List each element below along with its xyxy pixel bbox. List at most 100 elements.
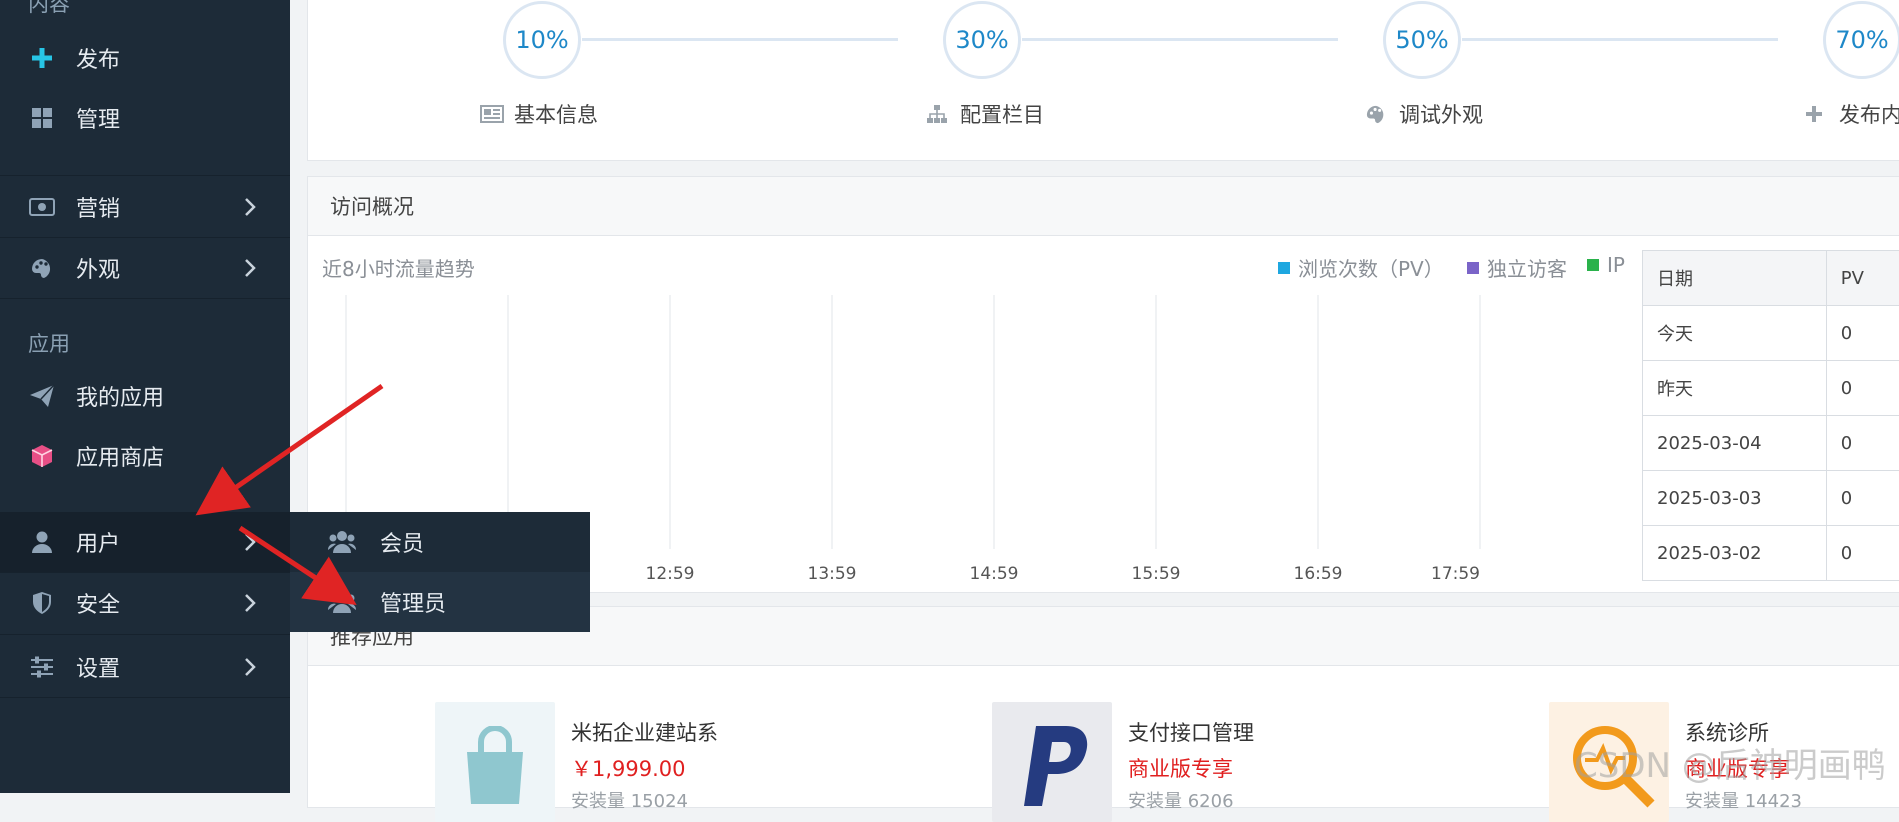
submenu-item-label: 会员 [380, 526, 424, 558]
chevron-right-icon [238, 530, 262, 554]
app-installs: 安装量 15024 [571, 787, 688, 813]
paper-plane-icon [28, 382, 56, 410]
sidebar-item-publish[interactable]: 发布 [0, 28, 290, 88]
sidebar: 内容 发布 管理 营销 外观 应用 [0, 0, 290, 793]
app-price: ￥1,999.00 [571, 753, 686, 783]
table-cell-date: 2025-03-03 [1643, 471, 1827, 526]
legend-ip[interactable]: IP [1587, 253, 1625, 277]
step-connector [1022, 38, 1338, 41]
table-header-row: 日期 PV [1643, 251, 1899, 306]
x-tick-label: 13:59 [808, 564, 857, 584]
legend-pv[interactable]: 浏览次数（PV） [1278, 253, 1444, 282]
palette-icon [28, 254, 56, 282]
submenu-item-members[interactable]: 会员 [290, 512, 590, 572]
table-cell-date: 今天 [1643, 306, 1827, 361]
step-4-label[interactable]: 发布内容 [1805, 99, 1899, 129]
table-row: 今天 0 [1643, 306, 1899, 361]
cube-icon [28, 442, 56, 470]
traffic-table: 日期 PV 今天 0 昨天 0 2025-03-04 0 2025-03-03 … [1642, 250, 1899, 581]
table-header-date: 日期 [1643, 251, 1827, 306]
app-installs: 安装量 6206 [1128, 787, 1234, 813]
step-2-label[interactable]: 配置栏目 [926, 99, 1044, 129]
app-name[interactable]: 支付接口管理 [1128, 717, 1254, 747]
sidebar-divider [0, 298, 290, 299]
money-icon [28, 193, 56, 221]
submenu-item-label: 管理员 [380, 586, 446, 618]
step-1-circle[interactable]: 10% [503, 1, 581, 79]
sidebar-item-label: 发布 [76, 42, 120, 74]
chevron-right-icon [238, 195, 262, 219]
sitemap-icon [926, 103, 950, 125]
sidebar-item-appearance[interactable]: 外观 [0, 238, 290, 298]
chevron-right-icon [238, 655, 262, 679]
chart-caption: 近8小时流量趋势 [322, 253, 475, 282]
plus-icon [28, 44, 56, 72]
table-cell-pv: 0 [1826, 471, 1899, 526]
paypal-icon [1014, 720, 1094, 814]
table-cell-pv: 0 [1826, 306, 1899, 361]
plus-icon [1805, 103, 1829, 125]
app-installs: 安装量 14423 [1685, 787, 1802, 813]
chevron-right-icon [238, 591, 262, 615]
table-header-pv: PV [1826, 251, 1899, 306]
sidebar-item-label: 设置 [76, 651, 120, 683]
table-cell-date: 2025-03-02 [1643, 526, 1827, 581]
sidebar-group-content: 内容 [28, 0, 70, 18]
table-cell-pv: 0 [1826, 416, 1899, 471]
sidebar-item-settings[interactable]: 设置 [0, 637, 290, 697]
table-cell-pv: 0 [1826, 361, 1899, 416]
step-2-circle[interactable]: 30% [943, 1, 1021, 79]
sidebar-item-label: 管理 [76, 102, 120, 134]
sidebar-item-security[interactable]: 安全 [0, 573, 290, 633]
sidebar-item-users[interactable]: 用户 [0, 512, 290, 572]
user-icon [28, 528, 56, 556]
step-3-circle[interactable]: 50% [1383, 1, 1461, 79]
sidebar-item-app-store[interactable]: 应用商店 [0, 426, 290, 486]
legend-uv[interactable]: 独立访客 [1467, 253, 1567, 282]
step-1-label[interactable]: 基本信息 [480, 99, 598, 129]
table-row: 2025-03-04 0 [1643, 416, 1899, 471]
app-thumb-paypal[interactable] [992, 702, 1112, 822]
table-row: 昨天 0 [1643, 361, 1899, 416]
shopping-bag-icon [459, 726, 531, 810]
sidebar-item-label: 应用商店 [76, 440, 164, 472]
submenu-item-admins[interactable]: 管理员 [290, 572, 590, 632]
sidebar-item-label: 用户 [76, 526, 120, 558]
sidebar-divider [0, 697, 290, 698]
sliders-icon [28, 653, 56, 681]
app-price: 商业版专享 [1128, 753, 1233, 783]
setup-steps-card: 10% 30% 50% 70% 基本信息 配置栏目 调试外观 发布内容 [307, 0, 1899, 161]
sidebar-item-label: 营销 [76, 191, 120, 223]
chevron-right-icon [238, 256, 262, 280]
table-cell-date: 昨天 [1643, 361, 1827, 416]
palette-icon [1365, 103, 1389, 125]
sidebar-divider [0, 634, 290, 635]
app-name[interactable]: 米拓企业建站系 [571, 717, 718, 747]
users-icon [328, 588, 358, 616]
sidebar-item-my-apps[interactable]: 我的应用 [0, 366, 290, 426]
newspaper-icon [480, 103, 504, 125]
step-connector [1462, 38, 1778, 41]
shield-icon [28, 589, 56, 617]
x-tick-label: 14:59 [970, 564, 1019, 584]
sidebar-item-label: 我的应用 [76, 380, 164, 412]
legend-swatch [1467, 262, 1479, 274]
step-3-label[interactable]: 调试外观 [1365, 99, 1483, 129]
table-row: 2025-03-02 0 [1643, 526, 1899, 581]
x-tick-label: 17:59 [1431, 564, 1480, 584]
x-tick-label: 16:59 [1294, 564, 1343, 584]
sidebar-divider [0, 175, 290, 176]
step-4-circle[interactable]: 70% [1823, 1, 1899, 79]
users-icon [328, 528, 358, 556]
table-cell-date: 2025-03-04 [1643, 416, 1827, 471]
sidebar-item-label: 安全 [76, 587, 120, 619]
app-thumb-shop[interactable] [435, 702, 555, 822]
table-row: 2025-03-03 0 [1643, 471, 1899, 526]
sidebar-item-marketing[interactable]: 营销 [0, 177, 290, 237]
table-cell-pv: 0 [1826, 526, 1899, 581]
x-tick-label: 12:59 [646, 564, 695, 584]
sidebar-item-manage[interactable]: 管理 [0, 88, 290, 148]
watermark: CSDN @后神明画鸭 [1574, 738, 1886, 787]
grid-icon [28, 104, 56, 132]
step-connector [582, 38, 898, 41]
